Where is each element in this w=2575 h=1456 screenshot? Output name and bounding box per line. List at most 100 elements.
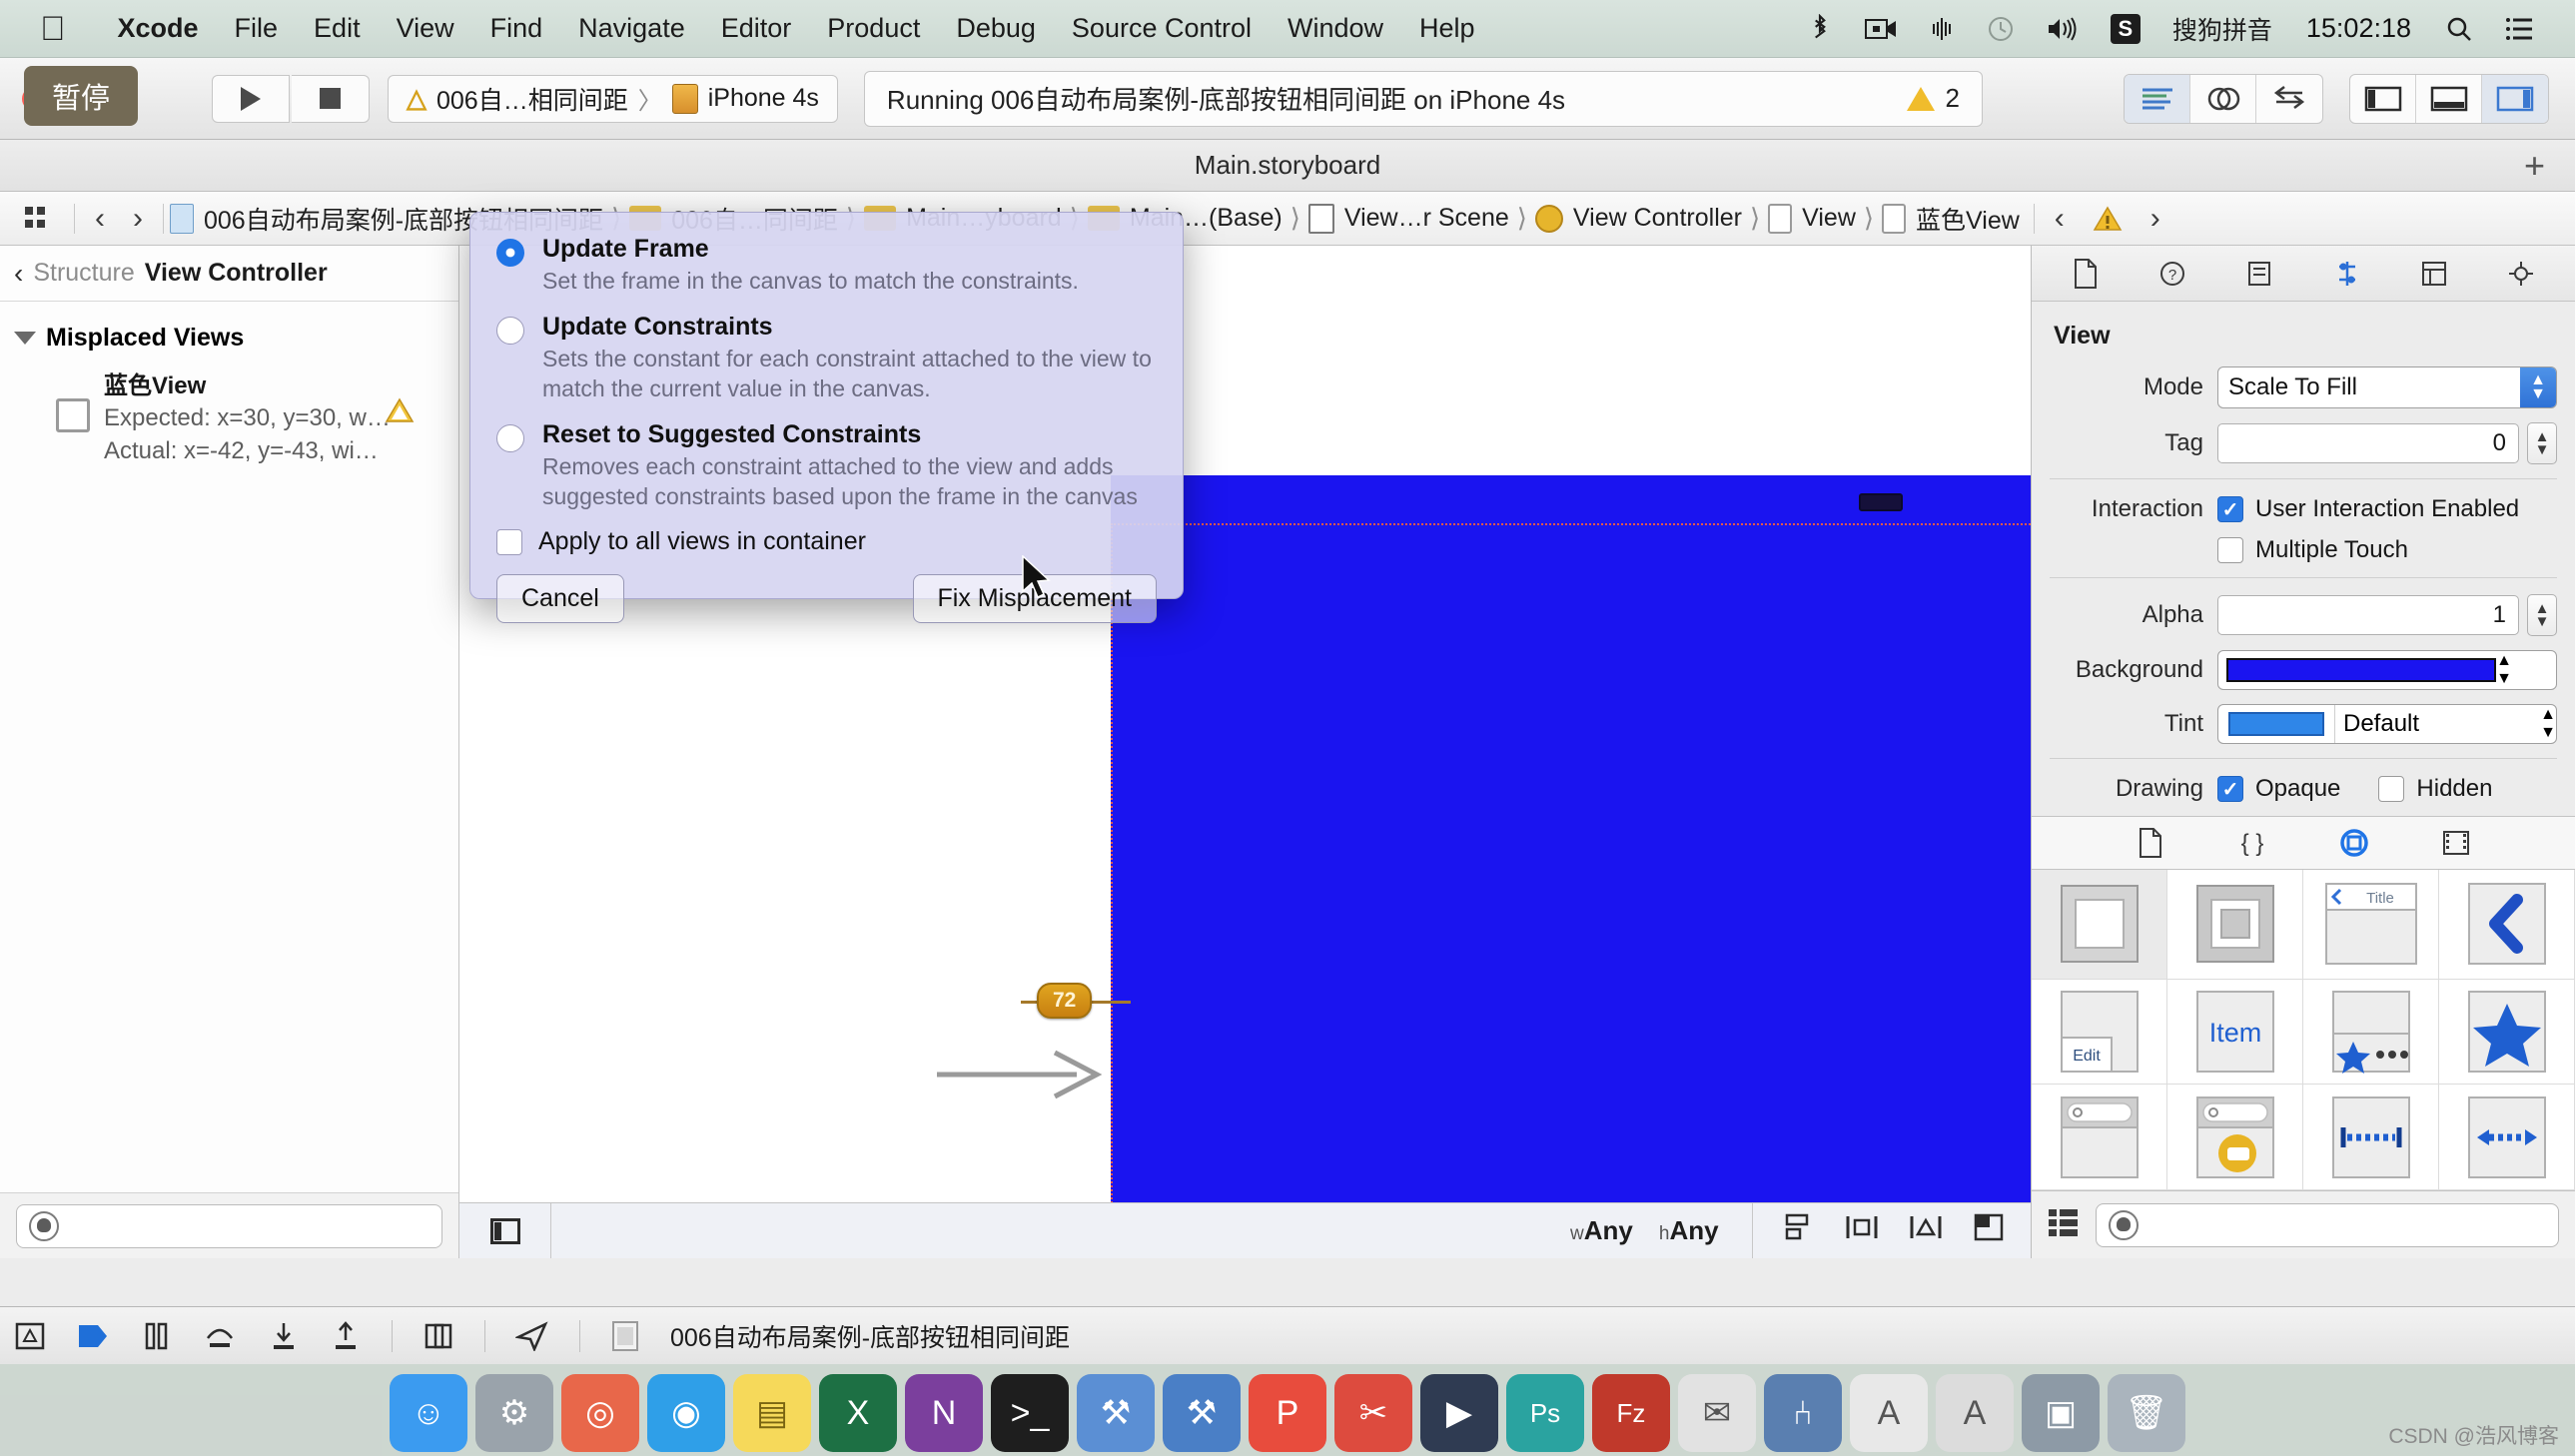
dock-item-terminal[interactable]: >_ bbox=[991, 1374, 1069, 1452]
next-issue-button[interactable]: › bbox=[2137, 202, 2174, 236]
add-tab-button[interactable]: + bbox=[2524, 147, 2545, 184]
list-layout-icon[interactable] bbox=[2048, 1207, 2080, 1242]
radio-update-constraints[interactable] bbox=[496, 316, 524, 345]
screen-record-icon[interactable] bbox=[1864, 17, 1897, 41]
utilities-toggle-icon[interactable] bbox=[2482, 74, 2548, 123]
dock-item-instruments[interactable]: A bbox=[1936, 1374, 2014, 1452]
menu-item-find[interactable]: Find bbox=[472, 13, 561, 44]
breadcrumb-blue-view[interactable]: 蓝色View bbox=[1882, 201, 2020, 237]
object-library-grid[interactable]: Title Edit Item bbox=[2032, 870, 2575, 1190]
menu-item-source-control[interactable]: Source Control bbox=[1054, 13, 1270, 44]
attributes-inspector-icon[interactable] bbox=[2319, 254, 2375, 294]
user-interaction-checkbox[interactable] bbox=[2217, 496, 2243, 522]
list-icon[interactable] bbox=[2505, 17, 2533, 41]
dock-item-mail[interactable]: ✉ bbox=[1678, 1374, 1756, 1452]
step-into-icon[interactable] bbox=[268, 1315, 300, 1357]
issue-counter[interactable]: 2 bbox=[1907, 83, 1960, 114]
identity-inspector-icon[interactable] bbox=[2231, 254, 2287, 294]
library-item-bar-button-item[interactable]: Edit bbox=[2032, 979, 2167, 1086]
connections-inspector-icon[interactable] bbox=[2493, 254, 2549, 294]
dialog-option-update-constraints[interactable]: Update Constraints Sets the constant for… bbox=[496, 313, 1157, 404]
library-item-storyboard-reference[interactable] bbox=[2167, 870, 2303, 980]
pin-icon[interactable] bbox=[1845, 1212, 1879, 1249]
disclosure-triangle-icon[interactable] bbox=[14, 332, 36, 345]
mode-popup-button[interactable]: Scale To Fill ▲ ▼ bbox=[2217, 366, 2557, 408]
editor-mode-segment[interactable] bbox=[2124, 73, 2323, 124]
menu-bar-clock[interactable]: 15:02:18 bbox=[2306, 13, 2411, 44]
multiple-touch-checkbox[interactable] bbox=[2217, 537, 2243, 563]
dock-item-video-editor[interactable]: ▶ bbox=[1420, 1374, 1498, 1452]
panel-toggle-segment[interactable] bbox=[2349, 73, 2549, 124]
menu-item-view[interactable]: View bbox=[379, 13, 472, 44]
library-search-field[interactable] bbox=[2096, 1202, 2559, 1247]
dock-item-trash[interactable]: 🗑 bbox=[2108, 1374, 2185, 1452]
show-hide-debug-icon[interactable] bbox=[14, 1315, 46, 1357]
dock-item-excel[interactable]: X bbox=[819, 1374, 897, 1452]
bluetooth-icon[interactable] bbox=[1807, 13, 1833, 44]
code-snippet-library-icon[interactable]: { } bbox=[2229, 824, 2275, 862]
library-item-navigation-item[interactable] bbox=[2439, 870, 2575, 980]
tag-field[interactable]: 0 bbox=[2217, 423, 2519, 463]
breadcrumb-view-controller[interactable]: View Controller bbox=[1534, 204, 1742, 233]
file-inspector-icon[interactable] bbox=[2058, 254, 2114, 294]
dock-item-charts[interactable]: ⑃ bbox=[1764, 1374, 1842, 1452]
dialog-option-update-frame[interactable]: Update Frame Set the frame in the canvas… bbox=[496, 235, 1157, 297]
jump-bar-forward-button[interactable]: › bbox=[119, 202, 157, 236]
size-class-indicator[interactable]: wAny hAny bbox=[1570, 1215, 1719, 1246]
radio-update-frame[interactable] bbox=[496, 239, 524, 267]
airplay-icon[interactable] bbox=[1929, 16, 1955, 42]
search-icon[interactable] bbox=[2445, 15, 2473, 43]
alpha-stepper[interactable]: ▲ ▼ bbox=[2527, 594, 2557, 636]
version-editor-icon[interactable] bbox=[2256, 75, 2322, 123]
library-item-toolbar[interactable] bbox=[2303, 979, 2439, 1086]
volume-icon[interactable] bbox=[2047, 16, 2079, 42]
step-over-icon[interactable] bbox=[202, 1315, 238, 1357]
library-item-navigation-controller[interactable]: Title bbox=[2303, 870, 2439, 980]
navigator-filter-input[interactable] bbox=[69, 1212, 441, 1239]
jump-bar-back-button[interactable]: ‹ bbox=[81, 202, 119, 236]
file-template-library-icon[interactable] bbox=[2128, 824, 2173, 862]
simulate-location-icon[interactable] bbox=[423, 1315, 454, 1357]
blue-view-rect[interactable] bbox=[1111, 475, 2031, 1258]
library-item-vertical-space-constraint[interactable] bbox=[2303, 1085, 2439, 1190]
dialog-option-reset-constraints[interactable]: Reset to Suggested Constraints Removes e… bbox=[496, 420, 1157, 512]
resolve-misplacement-dialog[interactable]: Update Frame Set the frame in the canvas… bbox=[469, 212, 1184, 624]
timemachine-icon[interactable] bbox=[1987, 15, 2015, 43]
run-button[interactable] bbox=[212, 74, 290, 123]
library-item-view-controller[interactable] bbox=[2032, 870, 2167, 980]
dock-item-keynote[interactable]: P bbox=[1249, 1374, 1326, 1452]
library-item-horizontal-space-constraint[interactable] bbox=[2439, 1085, 2575, 1190]
menu-item-editor[interactable]: Editor bbox=[703, 13, 810, 44]
library-item-tab-bar-item[interactable]: Item bbox=[2167, 979, 2303, 1086]
library-item-search-bar[interactable] bbox=[2032, 1085, 2167, 1190]
canvas-panel-toggle[interactable] bbox=[459, 1203, 551, 1258]
navigator-toggle-icon[interactable] bbox=[2350, 74, 2416, 123]
dock-item-safari[interactable]: ◉ bbox=[647, 1374, 725, 1452]
menu-item-window[interactable]: Window bbox=[1270, 13, 1401, 44]
breadcrumb-scene[interactable]: View…r Scene bbox=[1307, 203, 1509, 234]
tag-stepper[interactable]: ▲ ▼ bbox=[2527, 422, 2557, 464]
resizing-behavior-icon[interactable] bbox=[1973, 1212, 2005, 1249]
library-search-input[interactable] bbox=[2148, 1211, 2558, 1238]
breadcrumb-view[interactable]: View bbox=[1768, 203, 1856, 234]
constraint-badge[interactable]: 72 bbox=[1037, 983, 1093, 1019]
apply-to-all-checkbox[interactable] bbox=[496, 528, 522, 555]
dock-item-notes[interactable]: ▤ bbox=[733, 1374, 811, 1452]
menu-item-help[interactable]: Help bbox=[1401, 13, 1493, 44]
alpha-field[interactable]: 1 bbox=[2217, 595, 2519, 635]
pause-icon[interactable] bbox=[140, 1315, 172, 1357]
cancel-button[interactable]: Cancel bbox=[496, 574, 624, 624]
menu-item-debug[interactable]: Debug bbox=[938, 13, 1054, 44]
menu-item-navigate[interactable]: Navigate bbox=[560, 13, 703, 44]
input-method-label[interactable]: 搜狗拼音 bbox=[2172, 11, 2272, 47]
dock-item-filezilla[interactable]: Fz bbox=[1592, 1374, 1670, 1452]
scheme-selector[interactable]: △ 006自…相同间距 〉 iPhone 4s bbox=[388, 74, 838, 123]
related-items-icon[interactable] bbox=[24, 205, 54, 233]
step-out-icon[interactable] bbox=[330, 1315, 362, 1357]
library-item-search-display-controller[interactable] bbox=[2167, 1085, 2303, 1190]
apply-to-all-row[interactable]: Apply to all views in container bbox=[496, 527, 1157, 556]
tint-color-well[interactable]: Default ▲ ▼ bbox=[2217, 704, 2557, 744]
stop-button[interactable] bbox=[292, 74, 370, 123]
media-library-icon[interactable] bbox=[2433, 824, 2479, 862]
list-item[interactable]: 蓝色View Expected: x=30, y=30, w… Actual: … bbox=[0, 361, 458, 477]
